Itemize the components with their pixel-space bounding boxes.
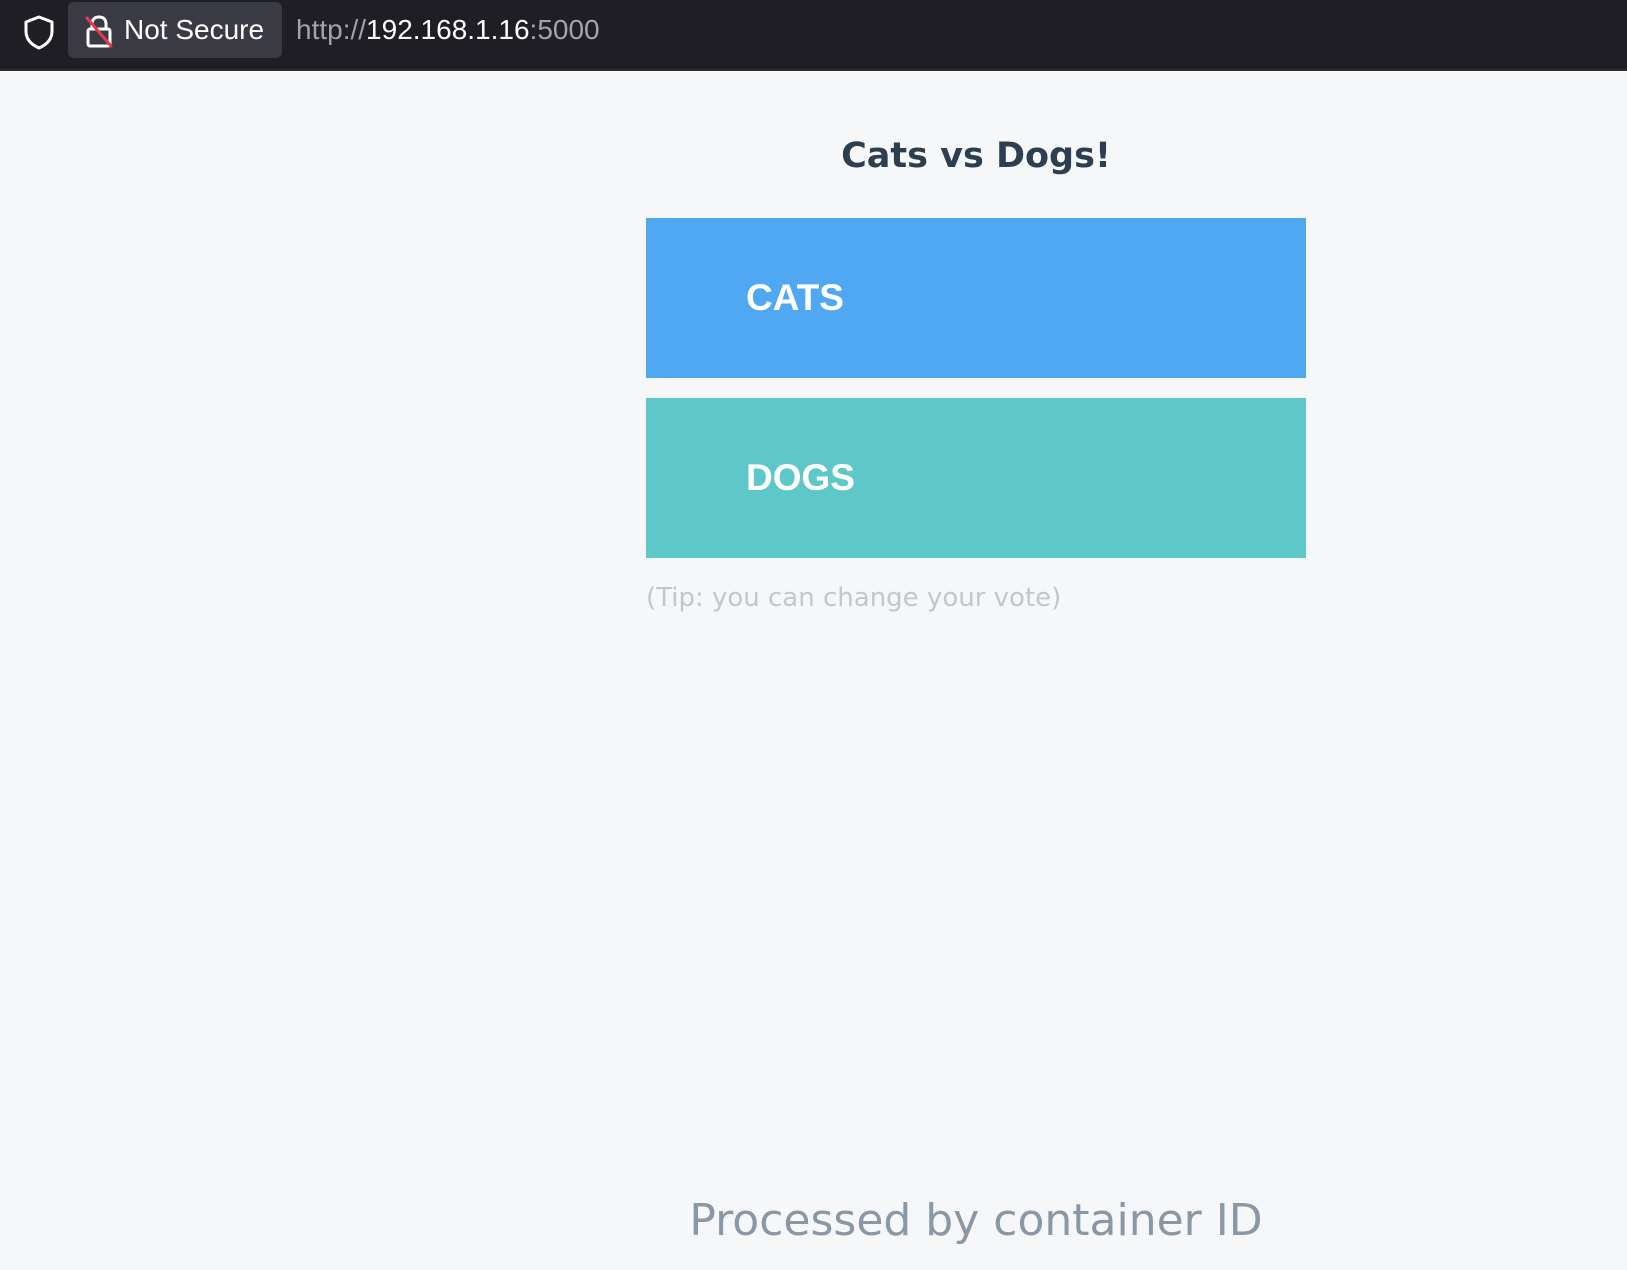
url-port: :5000 bbox=[529, 14, 600, 45]
vote-tip: (Tip: you can change your vote) bbox=[646, 583, 1062, 613]
security-label[interactable]: Not Secure bbox=[124, 14, 264, 46]
page-title: Cats vs Dogs! bbox=[841, 136, 1111, 176]
lock-insecure-icon bbox=[84, 14, 114, 48]
browser-toolbar: Not Secure http://192.168.1.16:5000 bbox=[0, 0, 1627, 71]
vote-cats-button[interactable]: CATS bbox=[646, 218, 1306, 378]
container-id-footer: Processed by container ID bbox=[689, 1195, 1263, 1246]
url-scheme: http:// bbox=[296, 14, 367, 45]
url-host: 192.168.1.16 bbox=[366, 14, 530, 45]
shield-icon[interactable] bbox=[22, 14, 56, 50]
address-bar[interactable]: http://192.168.1.16:5000 bbox=[296, 14, 600, 46]
vote-dogs-button[interactable]: DOGS bbox=[646, 398, 1306, 558]
